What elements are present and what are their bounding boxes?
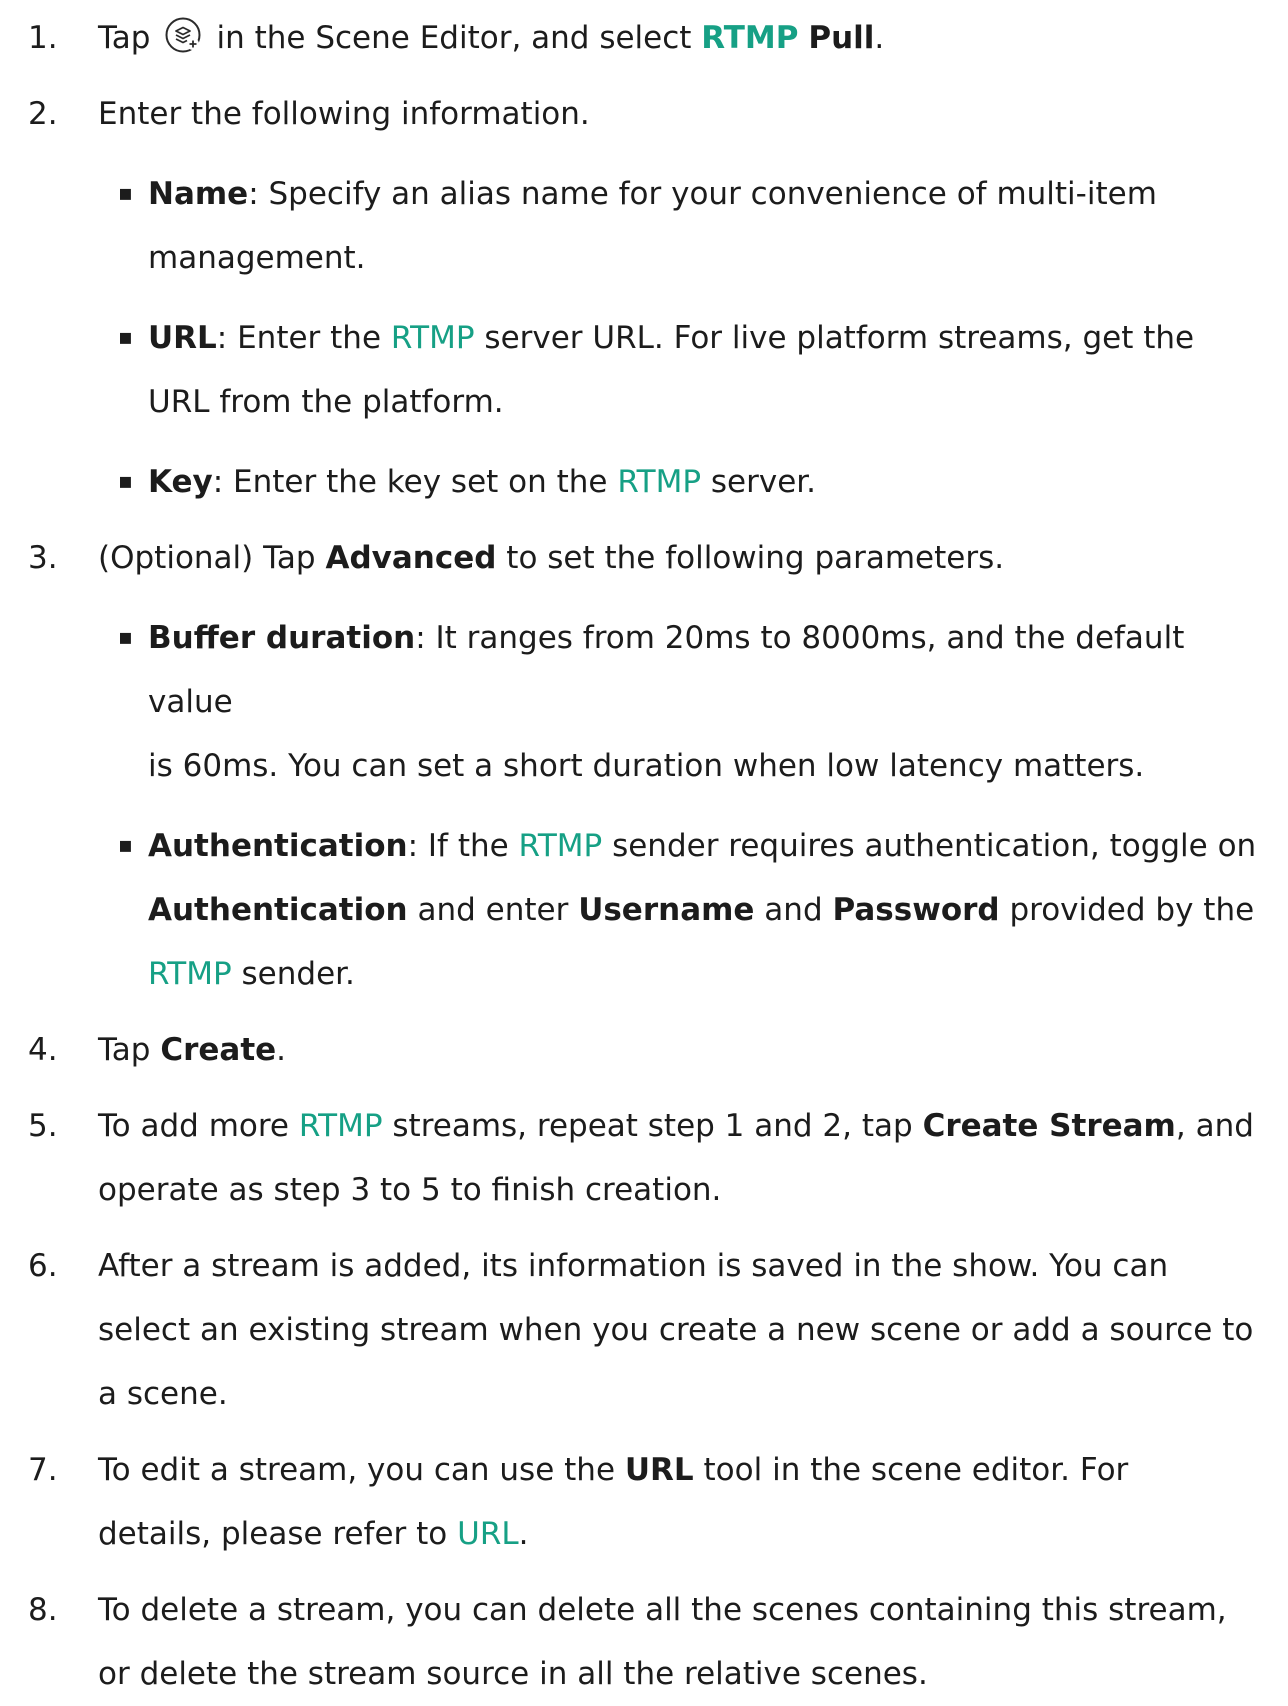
document-body: 1. Tap in the Scene Editor, and select R… bbox=[0, 0, 1288, 1706]
term-name: Name bbox=[148, 176, 249, 212]
url-link[interactable]: URL bbox=[457, 1516, 519, 1552]
bullet-marker: ▪ bbox=[118, 325, 133, 350]
bullet-key: ▪ Key: Enter the key set on the RTMP ser… bbox=[0, 450, 1288, 514]
username-label: Username bbox=[578, 892, 755, 928]
step-text: To edit a stream, you can use the bbox=[98, 1452, 625, 1488]
step-number: 8. bbox=[28, 1592, 58, 1628]
advanced-label: Advanced bbox=[325, 540, 497, 576]
step-text: or delete the stream source in all the r… bbox=[98, 1656, 928, 1692]
step-text: Tap bbox=[98, 20, 151, 56]
step-4: 4. Tap Create. bbox=[0, 1018, 1288, 1082]
step-text: streams, repeat step 1 and 2, tap bbox=[382, 1108, 923, 1144]
step-5: 5. To add more RTMP streams, repeat step… bbox=[0, 1094, 1288, 1222]
layers-add-icon[interactable] bbox=[164, 16, 202, 54]
bullet-text: sender requires authentication, toggle o… bbox=[602, 828, 1257, 864]
step-text: to set the following parameters. bbox=[496, 540, 1005, 576]
term-buffer-duration: Buffer duration bbox=[148, 620, 416, 656]
password-label: Password bbox=[832, 892, 1000, 928]
bullet-text: server URL. For live platform streams, g… bbox=[474, 320, 1195, 356]
rtmp-link[interactable]: RTMP bbox=[701, 20, 798, 56]
step-text: details, please refer to bbox=[98, 1516, 458, 1552]
period: . bbox=[874, 20, 885, 56]
bullet-text-cont: management. bbox=[148, 240, 366, 276]
bullet-text: and enter bbox=[407, 892, 579, 928]
create-label: Create bbox=[160, 1032, 277, 1068]
bullet-marker: ▪ bbox=[118, 625, 133, 650]
bullet-text-cont: URL from the platform. bbox=[148, 384, 504, 420]
bullet-text: : Enter the bbox=[216, 320, 391, 356]
step-text: in the Scene Editor, and select bbox=[216, 20, 692, 56]
step-2: 2. Enter the following information. bbox=[0, 82, 1288, 146]
step-6: 6. After a stream is added, its informat… bbox=[0, 1234, 1288, 1426]
bullet-buffer-duration: ▪ Buffer duration: It ranges from 20ms t… bbox=[0, 606, 1288, 798]
rtmp-link[interactable]: RTMP bbox=[299, 1108, 383, 1144]
step-text: tool in the scene editor. For bbox=[693, 1452, 1129, 1488]
authentication-label: Authentication bbox=[148, 892, 408, 928]
step-text: . bbox=[276, 1032, 287, 1068]
term-key: Key bbox=[148, 464, 213, 500]
bullet-text: sender. bbox=[231, 956, 355, 992]
step-1: 1. Tap in the Scene Editor, and select R… bbox=[0, 6, 1288, 70]
step-7: 7. To edit a stream, you can use the URL… bbox=[0, 1438, 1288, 1566]
rtmp-link[interactable]: RTMP bbox=[617, 464, 701, 500]
bullet-text: : Specify an alias name for your conveni… bbox=[248, 176, 1157, 212]
bullet-text: server. bbox=[701, 464, 817, 500]
step-text: Tap bbox=[98, 1032, 161, 1068]
step-text: select an existing stream when you creat… bbox=[98, 1312, 1254, 1348]
step-text: (Optional) Tap bbox=[98, 540, 326, 576]
bullet-text: provided by the bbox=[999, 892, 1255, 928]
bullet-marker: ▪ bbox=[118, 469, 133, 494]
rtmp-link[interactable]: RTMP bbox=[519, 828, 603, 864]
step-text: . bbox=[518, 1516, 529, 1552]
rtmp-link[interactable]: RTMP bbox=[148, 956, 232, 992]
bullet-text: : Enter the key set on the bbox=[212, 464, 618, 500]
create-stream-label: Create Stream bbox=[922, 1108, 1176, 1144]
term-authentication: Authentication bbox=[148, 828, 408, 864]
step-number: 7. bbox=[28, 1452, 58, 1488]
step-text: After a stream is added, its information… bbox=[98, 1248, 1169, 1284]
step-text: a scene. bbox=[98, 1376, 228, 1412]
term-url: URL bbox=[148, 320, 217, 356]
step-number: 4. bbox=[28, 1032, 58, 1068]
step-3: 3. (Optional) Tap Advanced to set the fo… bbox=[0, 526, 1288, 590]
url-tool-label: URL bbox=[624, 1452, 694, 1488]
pull-option: Pull bbox=[808, 20, 875, 56]
bullet-text: and bbox=[754, 892, 833, 928]
rtmp-link[interactable]: RTMP bbox=[391, 320, 475, 356]
bullet-name: ▪ Name: Specify an alias name for your c… bbox=[0, 162, 1288, 290]
step-number: 2. bbox=[28, 96, 58, 132]
step-text: To delete a stream, you can delete all t… bbox=[98, 1592, 1227, 1628]
step-number: 3. bbox=[28, 540, 58, 576]
bullet-marker: ▪ bbox=[118, 833, 133, 858]
step-8: 8. To delete a stream, you can delete al… bbox=[0, 1578, 1288, 1706]
step-number: 1. bbox=[28, 20, 58, 56]
step-number: 6. bbox=[28, 1248, 58, 1284]
bullet-text: : If the bbox=[407, 828, 519, 864]
bullet-url: ▪ URL: Enter the RTMP server URL. For li… bbox=[0, 306, 1288, 434]
step-text: Enter the following information. bbox=[98, 96, 590, 132]
bullet-authentication: ▪ Authentication: If the RTMP sender req… bbox=[0, 814, 1288, 1006]
step-number: 5. bbox=[28, 1108, 58, 1144]
step-text-cont: operate as step 3 to 5 to finish creatio… bbox=[98, 1172, 722, 1208]
bullet-marker: ▪ bbox=[118, 181, 133, 206]
step-text: , and bbox=[1175, 1108, 1254, 1144]
bullet-text-cont: is 60ms. You can set a short duration wh… bbox=[148, 748, 1145, 784]
step-text: To add more bbox=[98, 1108, 299, 1144]
